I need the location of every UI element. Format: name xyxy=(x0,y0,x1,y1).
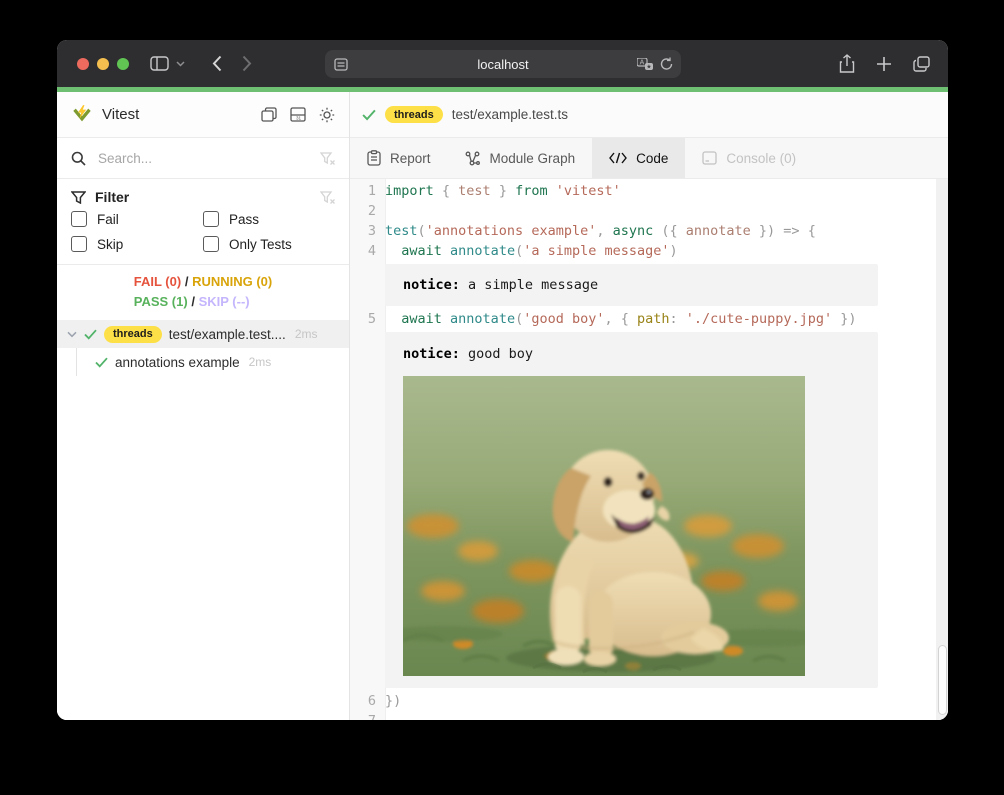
tab-bar: Report Module Graph Code xyxy=(350,138,948,179)
filter-label: Filter xyxy=(95,189,311,205)
address-bar[interactable]: localhost A ★ xyxy=(325,50,681,78)
back-button[interactable] xyxy=(212,55,222,72)
test-duration: 2ms xyxy=(249,355,272,369)
pass-check-icon xyxy=(95,357,108,368)
vitest-logo-icon xyxy=(71,104,93,126)
traffic-lights xyxy=(77,58,129,70)
clear-filter-icon[interactable] xyxy=(320,191,335,204)
scrollbar-thumb[interactable] xyxy=(938,645,947,715)
sidebar: Vitest 31 xyxy=(57,92,350,720)
search-input[interactable] xyxy=(96,150,310,167)
test-case-row[interactable]: annotations example 2ms xyxy=(57,348,349,376)
sidebar-toggle-icon[interactable] xyxy=(150,56,169,71)
checkbox[interactable] xyxy=(71,211,87,227)
notice-message: notice: a simple message xyxy=(403,275,860,295)
search-icon xyxy=(71,151,86,166)
test-case-name: annotations example xyxy=(115,355,240,370)
minimize-window-button[interactable] xyxy=(97,58,109,70)
app-title: Vitest xyxy=(102,106,252,123)
svg-text:31: 31 xyxy=(296,116,302,121)
filter-checkbox-pass[interactable]: Pass xyxy=(203,211,335,227)
filter-checkbox-skip[interactable]: Skip xyxy=(71,236,203,252)
close-window-button[interactable] xyxy=(77,58,89,70)
running-count: RUNNING (0) xyxy=(192,274,272,289)
tab-overview-icon[interactable] xyxy=(913,56,930,72)
annotation-puppy-image xyxy=(403,376,805,676)
module-graph-icon xyxy=(465,151,481,166)
zoom-window-button[interactable] xyxy=(117,58,129,70)
file-header: threads test/example.test.ts xyxy=(350,92,948,138)
code-line: 2 xyxy=(350,201,936,221)
browser-toolbar: localhost A ★ xyxy=(57,40,948,87)
filter-checkbox-fail[interactable]: Fail xyxy=(71,211,203,227)
code-line: 7 xyxy=(350,711,936,720)
share-icon[interactable] xyxy=(839,54,855,73)
fail-count: FAIL (0) xyxy=(134,274,181,289)
annotation-widget: notice: a simple message xyxy=(350,264,936,306)
code-editor[interactable]: 1 import { test } from 'vitest' 2 3 test… xyxy=(350,179,948,720)
code-line: 1 import { test } from 'vitest' xyxy=(350,181,936,201)
filter-section: Filter Fail Pass Skip xyxy=(57,179,349,265)
test-file-row[interactable]: threads test/example.test.... 2ms xyxy=(57,320,349,348)
funnel-icon xyxy=(71,191,86,204)
reload-icon[interactable] xyxy=(660,57,673,71)
theme-toggle-sun-icon[interactable] xyxy=(319,107,335,123)
svg-text:A: A xyxy=(640,59,645,66)
new-tab-icon[interactable] xyxy=(876,56,892,72)
scrollbar-track[interactable] xyxy=(936,179,948,720)
tab-code[interactable]: Code xyxy=(592,138,685,178)
dashboard-icon[interactable]: 31 xyxy=(290,107,306,122)
collapse-windows-icon[interactable] xyxy=(261,107,277,122)
console-icon xyxy=(702,151,717,165)
translate-icon[interactable]: A ★ xyxy=(637,58,653,71)
pass-check-icon xyxy=(84,329,97,340)
notice-message: notice: good boy xyxy=(403,344,860,364)
checkbox[interactable] xyxy=(203,211,219,227)
main-panel: threads test/example.test.ts Report xyxy=(350,92,948,720)
test-file-name: test/example.test.... xyxy=(169,327,286,342)
clear-search-filter-icon[interactable] xyxy=(320,152,335,165)
indent-guide xyxy=(76,348,77,376)
checkbox[interactable] xyxy=(203,236,219,252)
code-icon xyxy=(609,152,627,164)
pool-badge: threads xyxy=(104,326,162,343)
filter-checkbox-only-tests[interactable]: Only Tests xyxy=(203,236,335,252)
file-path: test/example.test.ts xyxy=(452,107,568,122)
url-text[interactable]: localhost xyxy=(325,57,681,72)
code-line: 3 test('annotations example', async ({ a… xyxy=(350,221,936,241)
svg-text:★: ★ xyxy=(646,63,651,70)
chevron-down-icon[interactable] xyxy=(176,61,185,67)
chevron-down-icon[interactable] xyxy=(67,331,77,338)
checkbox[interactable] xyxy=(71,236,87,252)
code-line: 4 await annotate('a simple message') xyxy=(350,241,936,261)
desktop: { "browser": { "url": "localhost", "traf… xyxy=(0,0,1004,795)
test-duration: 2ms xyxy=(295,327,318,341)
test-stats: FAIL (0) / RUNNING (0) PASS (1) / SKIP (… xyxy=(57,265,349,320)
skip-count: SKIP (--) xyxy=(199,294,250,309)
browser-window: localhost A ★ xyxy=(57,40,948,720)
report-icon xyxy=(367,150,381,166)
forward-button xyxy=(242,55,252,72)
annotation-widget: notice: good boy xyxy=(350,332,936,688)
pass-check-icon xyxy=(362,109,376,121)
tab-report[interactable]: Report xyxy=(350,138,448,178)
tab-console: Console (0) xyxy=(685,138,813,178)
pool-badge: threads xyxy=(385,106,443,123)
code-line: 5 await annotate('good boy', { path: './… xyxy=(350,309,936,329)
code-line: 6 }) xyxy=(350,691,936,711)
pass-count: PASS (1) xyxy=(134,294,188,309)
tab-module-graph[interactable]: Module Graph xyxy=(448,138,593,178)
